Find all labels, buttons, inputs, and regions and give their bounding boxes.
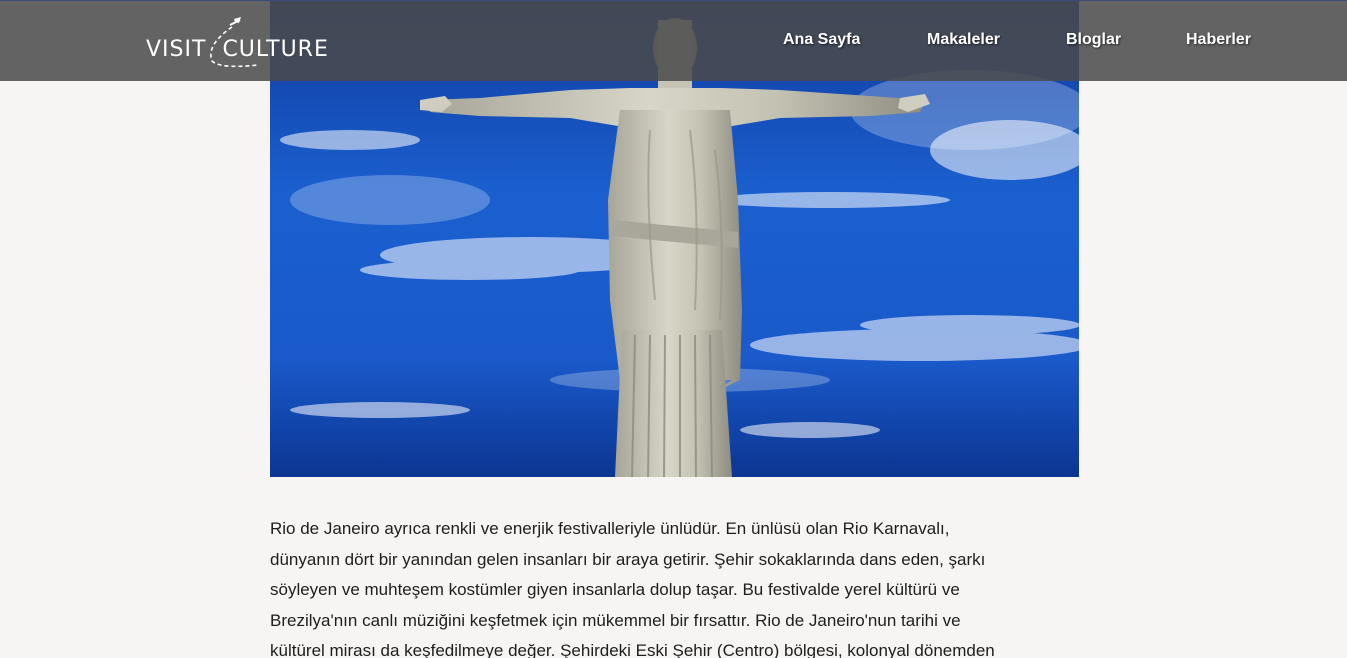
article-line: söyleyen ve muhteşem kostümler giyen ins… — [270, 580, 960, 599]
site-header: VISIT CULTURE Ana Sayfa Makaleler Bloglar… — [0, 0, 1347, 81]
nav-link-haberler[interactable]: Haberler — [1186, 31, 1251, 49]
article-line: dünyanın dört bir yanından gelen insanla… — [270, 549, 986, 569]
nav-link-makaleler[interactable]: Makaleler — [927, 31, 1000, 49]
nav-link-bloglar[interactable]: Bloglar — [1066, 31, 1121, 49]
article-line: Rio de Janeiro ayrıca renkli ve enerjik … — [270, 519, 950, 538]
article-line: kültürel mirası da keşfedilmeye değer. Ş… — [270, 641, 995, 658]
article-body: Rio de Janeiro ayrıca renkli ve enerjik … — [270, 514, 1082, 658]
article-line: Brezilya'nın canlı müziğini keşfetmek iç… — [270, 610, 961, 630]
nav-link-ana-sayfa[interactable]: Ana Sayfa — [783, 31, 860, 49]
main-nav: Ana Sayfa Makaleler Bloglar Haberler — [0, 31, 1347, 55]
